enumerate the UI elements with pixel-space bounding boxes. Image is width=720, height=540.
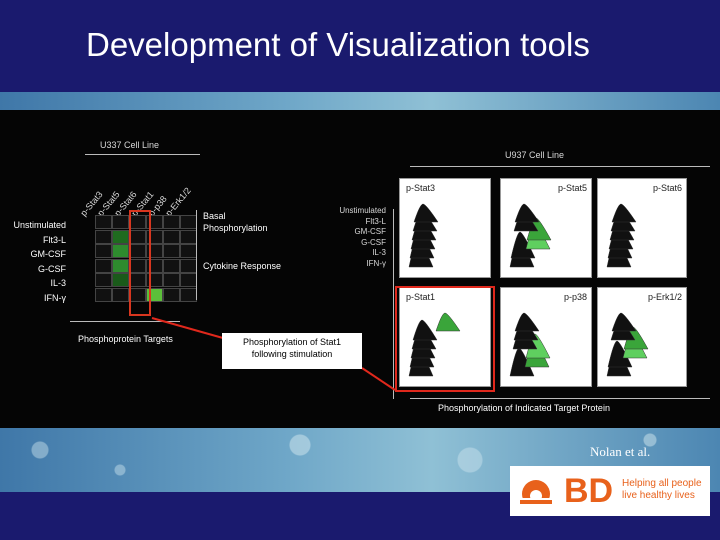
bd-brand: BD	[564, 472, 614, 510]
bd-logo: BD Helping all people live healthy lives	[510, 466, 710, 516]
callout-line1: Phosphorylation of Stat1	[242, 337, 342, 347]
citation: Nolan et al.	[590, 444, 651, 459]
callout-line2: following stimulation	[251, 349, 333, 359]
bd-tagline: Helping all people live healthy lives	[622, 478, 702, 501]
bd-sunburst-icon	[520, 480, 552, 508]
stat1-callout: Phosphorylation of Stat1 following stimu…	[222, 333, 362, 369]
